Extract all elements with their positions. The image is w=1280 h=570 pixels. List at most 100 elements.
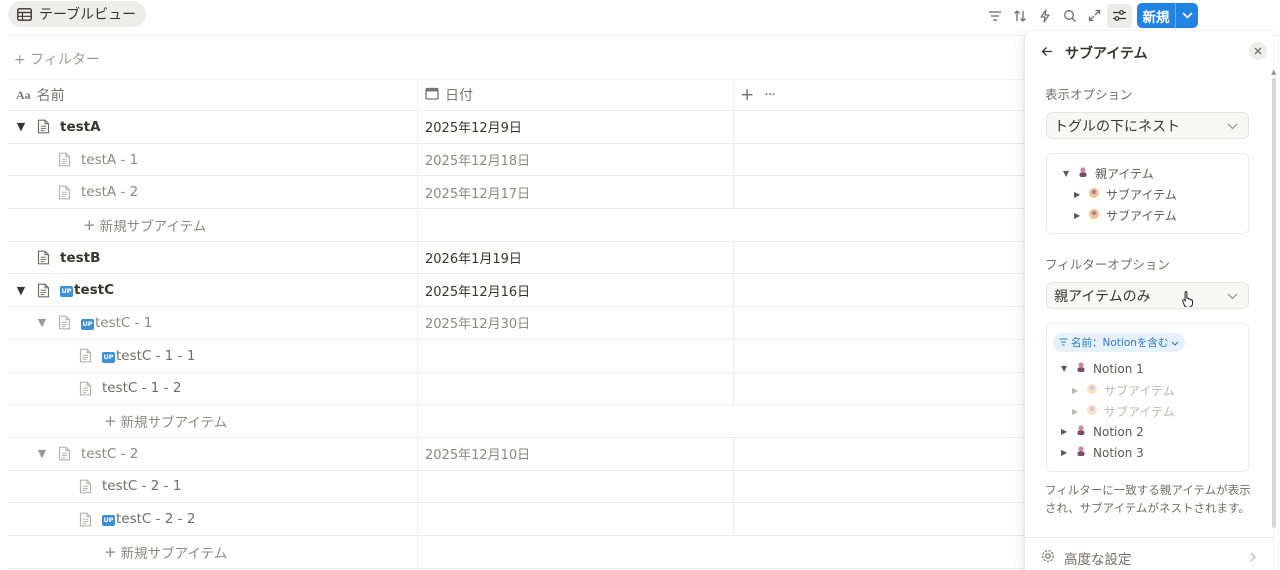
advanced-settings-button[interactable]: 高度な設定 [1025, 537, 1274, 568]
filter-option-value: 親アイテムのみ [1054, 288, 1151, 305]
date-cell[interactable]: 2026年1月19日 [418, 241, 734, 274]
new-subitem-label: 新規サブアイテム [120, 415, 228, 432]
sub-item-label: サブアイテム [1104, 384, 1175, 398]
row-title-text: testC - 2 - 2 [116, 511, 196, 528]
row-title-text: testA - 2 [81, 184, 139, 201]
preview-child-row: ▶ サブアイテム [1074, 207, 1177, 224]
table-row[interactable]: testA - 1 2025年12月18日 [8, 143, 1024, 177]
filter-chip-label: 名前：Notionを含む [1071, 337, 1169, 349]
new-subitem-row[interactable]: + 新規サブアイテム [8, 535, 1024, 569]
new-button[interactable]: 新規 [1137, 3, 1198, 28]
toggle-open-icon[interactable]: ▼ [10, 284, 32, 297]
table-row[interactable]: ▼ UP testC - 1 2025年12月30日 [8, 307, 1024, 340]
table-body: ▼ testA 2025年12月9日 testA - 1 2025年12月18日 test… [8, 111, 1024, 569]
page-icon [74, 479, 96, 494]
subitems-panel: サブアイテム 表示オプション トグルの下にネスト ▼ 親アイテム ▶ サブアイテ… [1024, 31, 1274, 570]
toggle-open-icon: ▼ [1063, 169, 1070, 178]
add-column-icon[interactable]: + [740, 85, 754, 105]
name-cell[interactable]: ▼ testA [8, 111, 418, 143]
close-icon[interactable] [1249, 42, 1267, 60]
name-cell[interactable]: ▼ UP testC - 1 [8, 307, 418, 339]
new-subitem-row[interactable]: + 新規サブアイテム [8, 405, 1024, 438]
table-row[interactable]: ▼ testC - 2 2025年12月10日 [8, 437, 1024, 471]
date-cell[interactable]: 2025年12月18日 [418, 143, 734, 176]
back-arrow-icon[interactable] [1041, 45, 1053, 61]
table-row[interactable]: testB 2026年1月19日 [8, 241, 1024, 275]
date-cell[interactable]: 2025年12月10日 [418, 437, 734, 470]
name-cell[interactable]: ▼ UP testC [8, 274, 418, 307]
name-cell[interactable]: UP testC - 2 - 2 [8, 503, 418, 535]
name-cell[interactable]: testA - 2 [8, 176, 418, 209]
panel-scrollbar[interactable] [1272, 78, 1276, 528]
toggle-closed-icon: ▶ [1072, 407, 1079, 416]
date-cell[interactable]: 2025年12月30日 [418, 307, 734, 339]
sort-icon[interactable] [1007, 4, 1032, 28]
date-cell[interactable] [418, 536, 734, 568]
new-subitem-row[interactable]: + 新規サブアイテム [8, 209, 1024, 242]
view-tab[interactable]: テーブルビュー [8, 1, 147, 27]
date-cell[interactable] [418, 470, 734, 503]
table-row[interactable]: testA - 2 2025年12月17日 [8, 176, 1024, 210]
mouse-cursor [1182, 290, 1194, 311]
date-cell[interactable] [418, 503, 734, 535]
name-cell[interactable]: testC - 1 - 2 [8, 372, 418, 405]
date-cell[interactable] [418, 209, 734, 241]
column-header-name[interactable]: Aa 名前 [8, 80, 418, 110]
more-options-icon[interactable]: ··· [764, 87, 775, 103]
display-option-label: 表示オプション [1045, 87, 1133, 102]
name-cell[interactable]: testA - 1 [8, 143, 418, 176]
parent-item-icon [1077, 166, 1089, 181]
toggle-open-icon[interactable]: ▼ [10, 120, 32, 133]
add-filter-button[interactable]: + フィルター [14, 49, 100, 69]
expand-icon[interactable] [1082, 4, 1107, 28]
name-cell[interactable]: + 新規サブアイテム [8, 535, 418, 568]
page-icon [32, 119, 54, 134]
table-icon [17, 7, 32, 21]
table: Aa 名前 日付 + ··· ▼ testA 2025年12月9日 testA - 1… [8, 79, 1024, 569]
page-icon [53, 185, 75, 200]
automation-icon[interactable] [1032, 4, 1057, 28]
scroll-up-icon[interactable]: ▲ [1271, 68, 1276, 76]
date-cell[interactable] [418, 372, 734, 405]
parent-item-label: 親アイテム [1095, 167, 1154, 181]
toggle-open-icon[interactable]: ▼ [31, 447, 53, 460]
date-cell[interactable]: 2025年12月16日 [418, 274, 734, 307]
table-row[interactable]: testC - 1 - 2 [8, 372, 1024, 406]
filter-option-select[interactable]: 親アイテムのみ [1046, 282, 1249, 309]
date-cell[interactable]: 2025年12月9日 [418, 111, 734, 143]
date-cell[interactable] [418, 339, 734, 372]
toggle-open-icon[interactable]: ▼ [31, 316, 53, 329]
search-icon[interactable] [1057, 4, 1082, 28]
page-icon [53, 446, 75, 461]
chevron-right-icon [1250, 550, 1256, 566]
date-cell[interactable]: 2025年12月17日 [418, 176, 734, 209]
row-title-text: testC - 1 - 1 [116, 347, 196, 364]
advanced-settings-label: 高度な設定 [1064, 552, 1132, 568]
toggle-closed-icon: ▶ [1074, 211, 1081, 220]
name-cell[interactable]: testB [8, 241, 418, 274]
column-actions: + ··· [734, 80, 776, 110]
text-property-icon: Aa [16, 87, 31, 102]
sub-item-icon [1086, 404, 1098, 419]
display-option-select[interactable]: トグルの下にネスト [1046, 112, 1249, 139]
name-cell[interactable]: + 新規サブアイテム [8, 405, 418, 437]
table-row[interactable]: UP testC - 1 - 1 [8, 339, 1024, 373]
sub-item-label: サブアイテム [1106, 209, 1177, 223]
table-row[interactable]: ▼ UP testC 2025年12月16日 [8, 274, 1024, 308]
table-row[interactable]: testC - 2 - 1 [8, 470, 1024, 504]
chevron-down-icon[interactable] [1176, 12, 1198, 19]
name-cell[interactable]: + 新規サブアイテム [8, 209, 418, 241]
plus-icon: + [104, 542, 117, 561]
name-cell[interactable]: ▼ testC - 2 [8, 437, 418, 470]
table-row[interactable]: UP testC - 2 - 2 [8, 503, 1024, 536]
settings-icon[interactable] [1107, 3, 1132, 28]
add-filter-label: + フィルター [14, 52, 100, 68]
filter-icon[interactable] [982, 4, 1007, 28]
gear-icon [1041, 549, 1055, 567]
image-badge-icon: UP [81, 318, 94, 330]
name-cell[interactable]: UP testC - 1 - 1 [8, 339, 418, 372]
date-cell[interactable] [418, 405, 734, 437]
name-cell[interactable]: testC - 2 - 1 [8, 470, 418, 503]
table-row[interactable]: ▼ testA 2025年12月9日 [8, 111, 1024, 144]
column-header-date[interactable]: 日付 [418, 80, 734, 110]
